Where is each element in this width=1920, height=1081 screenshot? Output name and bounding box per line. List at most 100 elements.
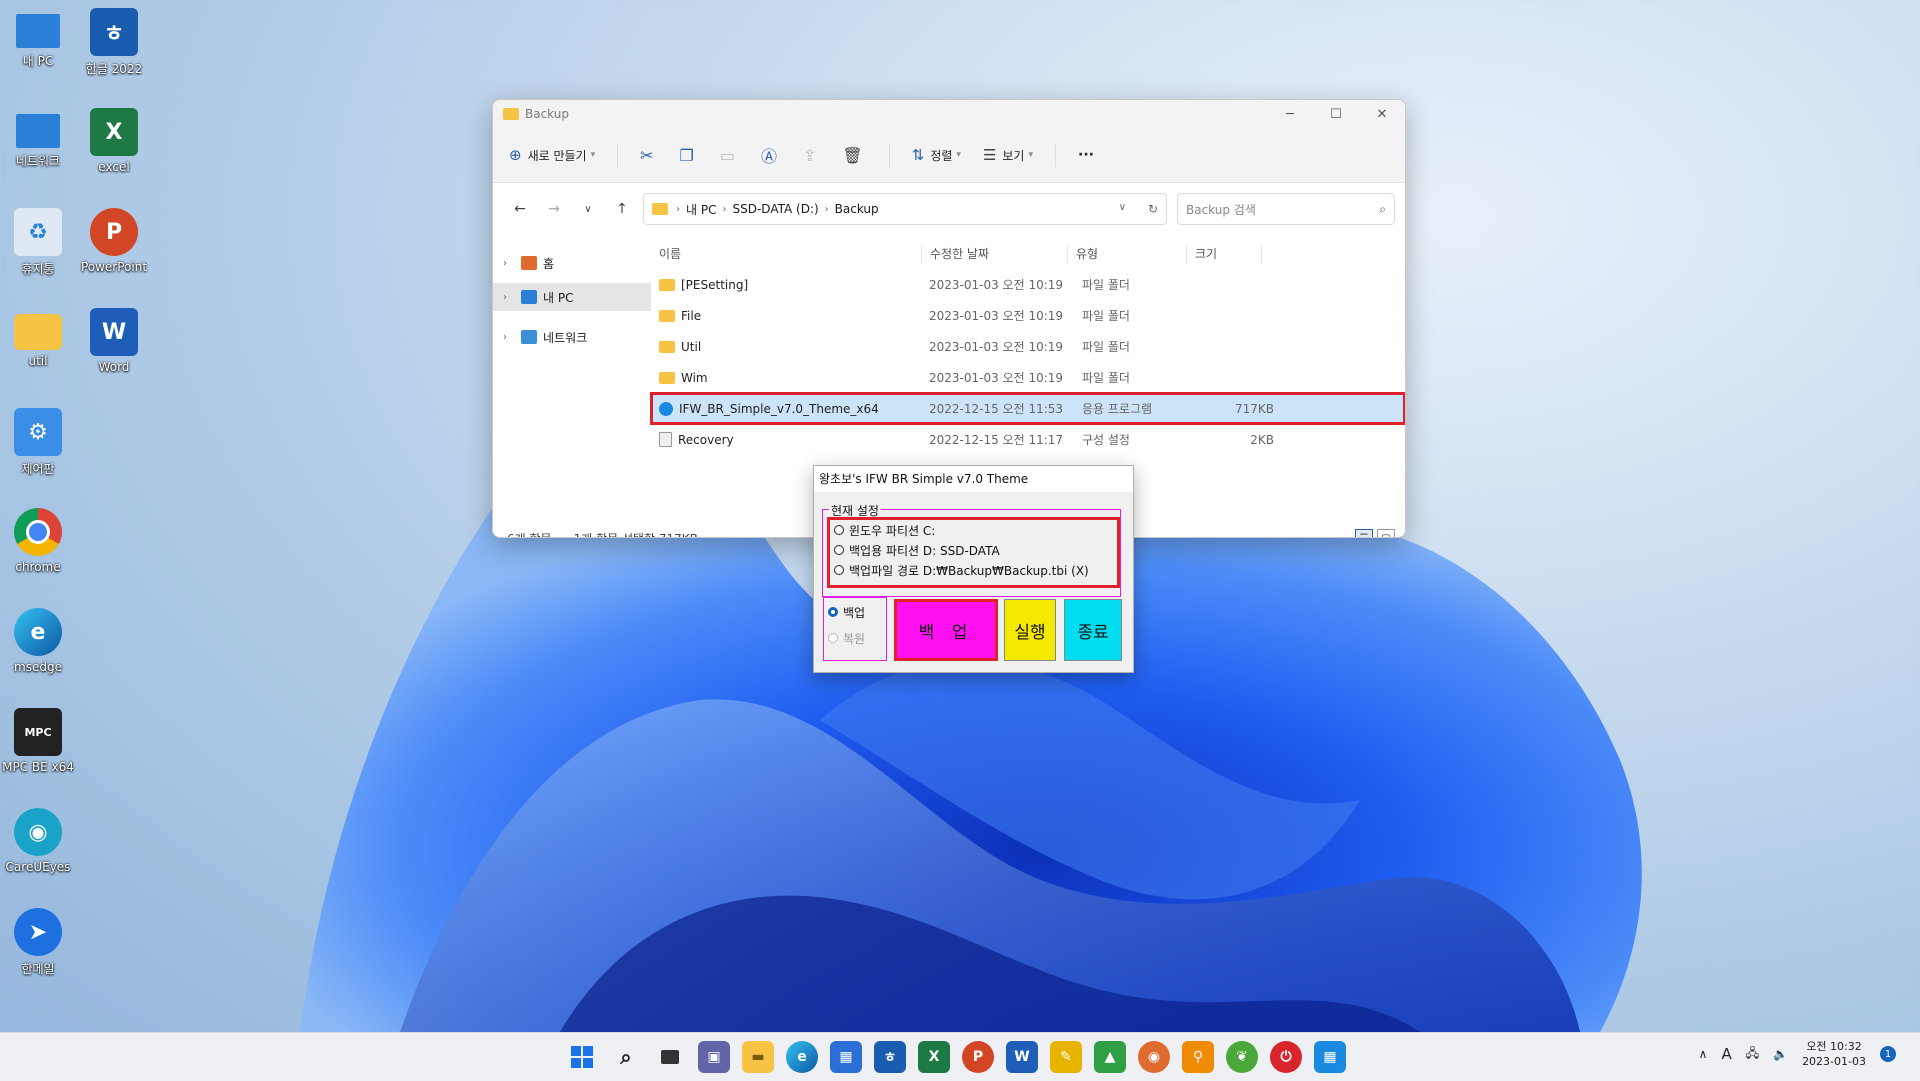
taskbar-leaf-app[interactable]: ❦ (1226, 1041, 1258, 1073)
backup-button[interactable]: 백 업 (894, 599, 998, 661)
nav-item-network[interactable]: › 네트워크 (493, 323, 651, 351)
file-row[interactable]: [PESetting] 2023-01-03 오전 10:19 파일 폴더 (651, 269, 1405, 300)
breadcrumb-backup[interactable]: Backup (835, 202, 879, 216)
back-button[interactable]: ← (503, 201, 537, 217)
share-button[interactable]: ⇪ (803, 146, 816, 165)
desktop-icon-chrome[interactable]: chrome (0, 508, 76, 574)
taskbar-tool-2[interactable]: ▲ (1094, 1041, 1126, 1073)
column-header-modified[interactable]: 수정한 날짜 (922, 244, 1068, 264)
desktop-icon-word[interactable]: W Word (76, 308, 152, 374)
taskbar-file-explorer[interactable]: ▬ (742, 1041, 774, 1073)
taskbar-tool-1[interactable]: ✎ (1050, 1041, 1082, 1073)
file-row[interactable]: File 2023-01-03 오전 10:19 파일 폴더 (651, 300, 1405, 331)
file-row[interactable]: Wim 2023-01-03 오전 10:19 파일 폴더 (651, 362, 1405, 393)
file-modified: 2022-12-15 오전 11:17 (929, 433, 1064, 447)
title-bar[interactable]: Backup ─ ☐ ✕ (493, 100, 1405, 128)
taskbar-ifw-br[interactable]: ▦ (1314, 1041, 1346, 1073)
sort-button[interactable]: ⇅ 정렬 ▾ (912, 146, 961, 164)
desktop-icon-control-panel[interactable]: ⚙ 제어판 (0, 408, 76, 477)
forward-button[interactable]: → (537, 201, 571, 217)
taskbar-search-button[interactable]: ⌕ (610, 1041, 642, 1073)
desktop-icon-util[interactable]: util (0, 308, 76, 368)
desktop-icon-msedge[interactable]: e msedge (0, 608, 76, 674)
column-header-type[interactable]: 유형 (1068, 244, 1187, 264)
taskbar-excel[interactable]: X (918, 1041, 950, 1073)
rename-button[interactable]: Ⓐ (761, 143, 777, 167)
desktop-icon-hanmail[interactable]: ➤ 한메일 (0, 908, 76, 977)
wrench-icon: ✎ (1060, 1049, 1072, 1065)
chevron-up-icon[interactable]: ∧ (1699, 1047, 1708, 1061)
desktop-icon-my-pc[interactable]: 내 PC (0, 8, 76, 69)
taskbar: ⌕ ▣ ▬ e ▦ ㅎ X P W ✎ ▲ ◉ ⚲ ❦ ⏻ ▦ ∧ A 🖧 🔈 … (0, 1032, 1920, 1081)
eye-icon: ◉ (1147, 1049, 1161, 1065)
volume-icon[interactable]: 🔈 (1773, 1047, 1788, 1061)
ifw-br-dialog[interactable]: 왕초보's IFW BR Simple v7.0 Theme 현재 설정 윈도우… (813, 465, 1134, 673)
setting-windows-partition[interactable]: 윈도우 파티션 C: (830, 520, 1117, 540)
column-header-name[interactable]: 이름 (651, 244, 922, 264)
file-row[interactable]: Util 2023-01-03 오전 10:19 파일 폴더 (651, 331, 1405, 362)
desktop-icon-powerpoint[interactable]: P PowerPoint (76, 208, 152, 274)
mode-backup-radio[interactable]: 백업 (824, 600, 886, 624)
chevron-right-icon[interactable]: › (503, 258, 521, 269)
control-panel-icon: ⚙ (14, 408, 62, 456)
close-button[interactable]: ✕ (1359, 100, 1405, 128)
taskbar-chat[interactable]: ▣ (698, 1041, 730, 1073)
tiles-view-button[interactable]: ▢ (1377, 529, 1395, 537)
exit-button[interactable]: 종료 (1064, 599, 1122, 661)
taskbar-power[interactable]: ⏻ (1270, 1041, 1302, 1073)
new-button[interactable]: ⊕ 새로 만들기 ▾ (509, 146, 595, 164)
notification-badge[interactable]: 1 (1880, 1046, 1896, 1062)
nav-item-my-pc[interactable]: › 내 PC (493, 283, 651, 311)
search-box[interactable]: Backup 검색 ⌕ (1177, 193, 1395, 225)
minimize-button[interactable]: ─ (1267, 100, 1313, 128)
taskbar-word[interactable]: W (1006, 1041, 1038, 1073)
start-button[interactable] (566, 1041, 598, 1073)
clapperboard-icon: MPC (14, 708, 62, 756)
desktop-icon-careueyes[interactable]: ◉ CareUEyes (0, 808, 76, 874)
taskbar-edge[interactable]: e (786, 1041, 818, 1073)
folder-icon (652, 203, 668, 215)
up-button[interactable]: ↑ (605, 201, 639, 217)
address-dropdown-icon[interactable]: ∨ (1119, 202, 1126, 216)
mode-restore-radio[interactable]: 복원 (824, 626, 886, 650)
taskbar-search-tool[interactable]: ⚲ (1182, 1041, 1214, 1073)
desktop-icon-hangul[interactable]: ㅎ 한글 2022 (76, 8, 152, 77)
file-row[interactable]: Recovery 2022-12-15 오전 11:17 구성 설정 2KB (651, 424, 1405, 455)
taskbar-careueyes[interactable]: ◉ (1138, 1041, 1170, 1073)
delete-button[interactable]: 🗑 (842, 146, 862, 165)
recent-locations-button[interactable]: ∨ (571, 204, 605, 215)
desktop-icon-mpc-be[interactable]: MPC MPC BE x64 (0, 708, 76, 774)
task-view-button[interactable] (654, 1041, 686, 1073)
setting-backup-path[interactable]: 백업파일 경로 D:₩Backup₩Backup.tbi (X) (830, 560, 1117, 580)
taskbar-hangul[interactable]: ㅎ (874, 1041, 906, 1073)
ime-indicator[interactable]: A (1721, 1045, 1731, 1063)
setting-backup-partition[interactable]: 백업용 파티션 D: SSD-DATA (830, 540, 1117, 560)
taskbar-powerpoint[interactable]: P (962, 1041, 994, 1073)
run-button[interactable]: 실행 (1004, 599, 1056, 661)
desktop-icon-network[interactable]: 네트워크 (0, 108, 76, 169)
more-button[interactable]: ··· (1078, 147, 1094, 163)
breadcrumb-my-pc[interactable]: 내 PC (686, 201, 716, 218)
desktop-icon-excel[interactable]: X excel (76, 108, 152, 174)
taskbar-store[interactable]: ▦ (830, 1041, 862, 1073)
nav-item-home[interactable]: › 홈 (493, 249, 651, 277)
address-bar[interactable]: › 내 PC › SSD-DATA (D:) › Backup ∨ ↻ (643, 193, 1167, 225)
column-header-size[interactable]: 크기 (1187, 244, 1262, 264)
hanmail-icon: ➤ (14, 908, 62, 956)
breadcrumb-drive[interactable]: SSD-DATA (D:) (732, 202, 818, 216)
refresh-icon[interactable]: ↻ (1148, 202, 1158, 216)
desktop-icon-recycle-bin[interactable]: ♻ 휴지통 (0, 208, 76, 277)
network-icon[interactable]: 🖧 (1746, 1044, 1759, 1065)
copy-button[interactable]: ❐ (680, 146, 694, 165)
chevron-right-icon[interactable]: › (503, 292, 521, 303)
toolbar-divider (1055, 143, 1057, 167)
file-row-selected[interactable]: IFW_BR_Simple_v7.0_Theme_x64 2022-12-15 … (650, 392, 1405, 425)
window-title: Backup (525, 107, 569, 121)
view-button[interactable]: ☰ 보기 ▾ (983, 146, 1033, 164)
paste-button[interactable]: ▭ (720, 146, 735, 165)
maximize-button[interactable]: ☐ (1313, 100, 1359, 128)
cut-button[interactable]: ✂ (640, 146, 653, 165)
clock[interactable]: 오전 10:32 2023-01-03 (1802, 1039, 1866, 1069)
details-view-button[interactable]: ☰ (1355, 529, 1373, 537)
chevron-right-icon[interactable]: › (503, 332, 521, 343)
